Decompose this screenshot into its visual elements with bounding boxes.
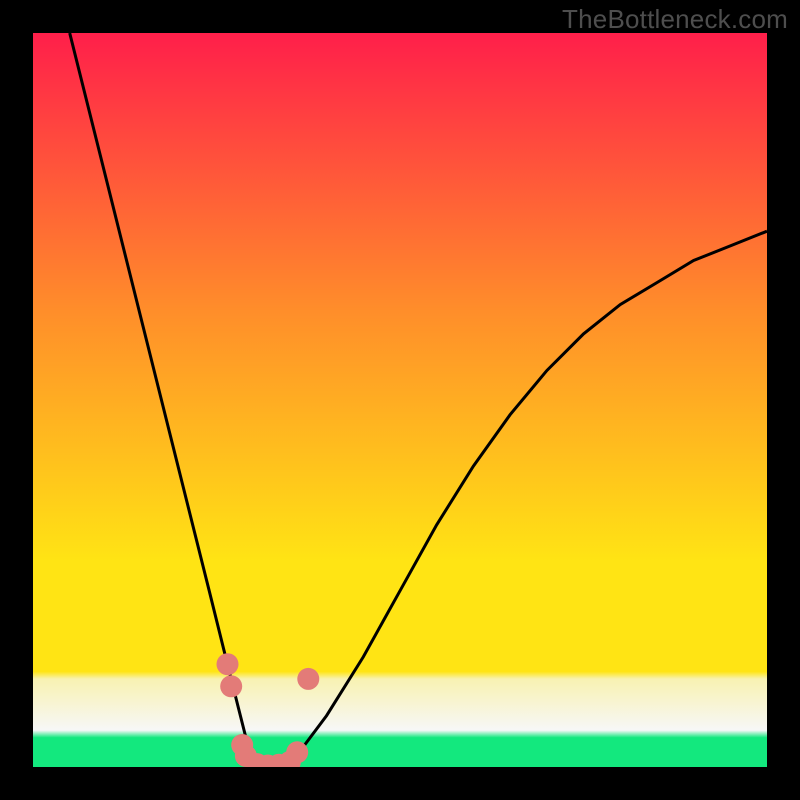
- right-dot-upper: [297, 668, 319, 690]
- right-dot-low: [286, 741, 308, 763]
- marker-group: [217, 653, 320, 767]
- bottleneck-curve: [70, 33, 767, 767]
- curve-layer: [33, 33, 767, 767]
- left-dot-upper: [217, 653, 239, 675]
- plot-area: [33, 33, 767, 767]
- watermark: TheBottleneck.com: [562, 4, 788, 35]
- left-dot-mid: [220, 675, 242, 697]
- chart-frame: TheBottleneck.com: [0, 0, 800, 800]
